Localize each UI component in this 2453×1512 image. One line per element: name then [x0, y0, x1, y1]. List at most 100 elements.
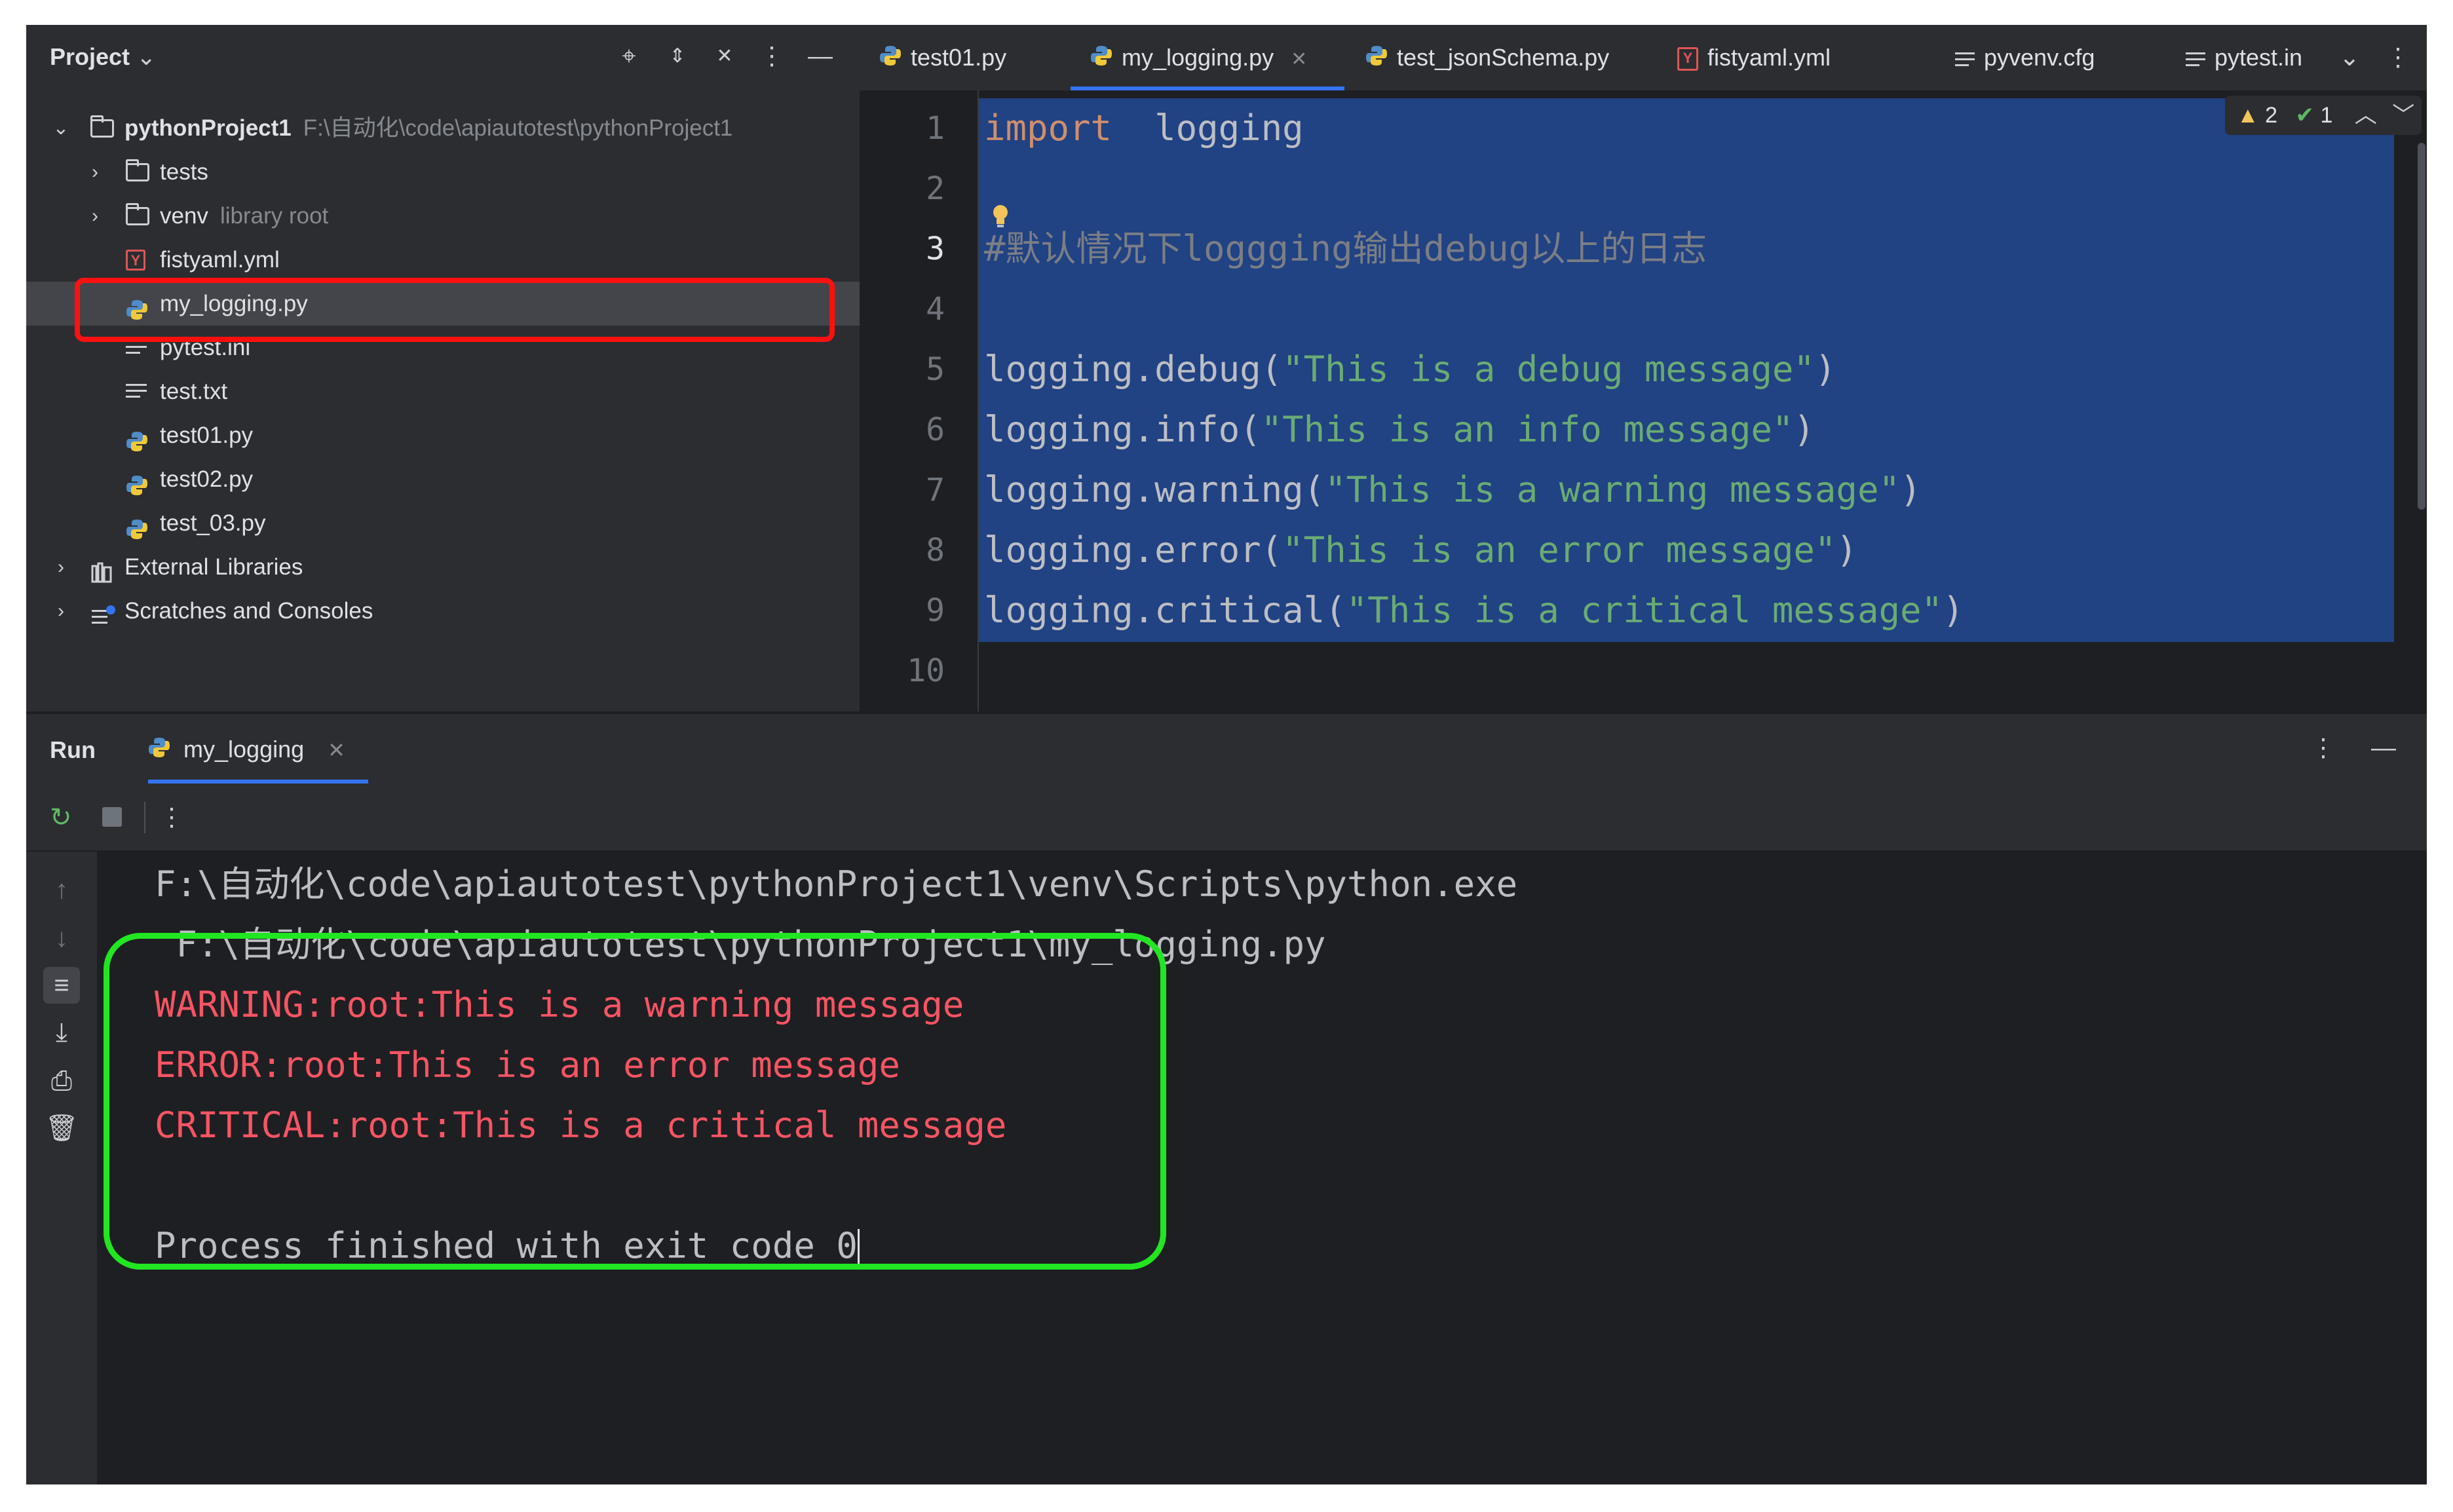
- editor-tab[interactable]: Yfistyaml.yml: [1677, 25, 1831, 90]
- chevron-right-icon[interactable]: ›: [51, 545, 71, 589]
- tree-item-label: fistyaml.yml: [160, 247, 280, 273]
- console-line-text: F:\自动化\code\apiautotest\pythonProject1\v…: [155, 863, 1518, 905]
- tree-item[interactable]: › venv library root: [26, 194, 860, 238]
- folder-icon: [126, 203, 149, 225]
- chevron-right-icon[interactable]: ›: [85, 194, 105, 238]
- chevron-right-icon[interactable]: ›: [51, 589, 71, 633]
- tree-item-text: test_03.py: [160, 501, 266, 545]
- code-token: logging: [1112, 107, 1304, 149]
- project-panel-header: Project ⌄ ⌖ ⇕ ✕ ⋮ —: [26, 25, 860, 90]
- previous-highlight-icon[interactable]: ︿: [2355, 103, 2377, 128]
- text-file-icon: [1955, 52, 1975, 66]
- expand-all-icon[interactable]: ⇕: [663, 42, 692, 71]
- next-highlight-icon[interactable]: ﹀: [2392, 103, 2414, 128]
- code-token: ): [1814, 349, 1836, 390]
- code-line: logging.debug("This is a debug message"): [984, 339, 1836, 400]
- soft-wrap-icon[interactable]: ≡: [43, 967, 80, 1004]
- yaml-file-icon: Y: [126, 250, 145, 271]
- up-arrow-icon[interactable]: ↑: [43, 871, 80, 908]
- run-tab-label: my_logging: [183, 736, 305, 763]
- code-token: logging.error(: [984, 529, 1283, 571]
- line-number: 4: [926, 291, 945, 328]
- editor-scrollbar[interactable]: [2418, 143, 2425, 510]
- run-tab-active-indicator: [148, 780, 368, 784]
- tree-item[interactable]: › tests: [26, 150, 860, 194]
- editor-tab[interactable]: test01.py: [879, 25, 1006, 90]
- tree-item[interactable]: test02.py: [26, 457, 860, 501]
- tab-list-chevron-icon[interactable]: ⌄: [2335, 43, 2364, 72]
- python-file-icon: [126, 423, 148, 451]
- locate-icon[interactable]: ⌖: [615, 42, 643, 71]
- down-arrow-icon[interactable]: ↓: [43, 920, 80, 956]
- tree-item-label: tests: [160, 159, 208, 185]
- run-minimize-icon[interactable]: —: [2369, 734, 2398, 763]
- code-token: "This is a debug message": [1282, 349, 1815, 390]
- scratches-icon: [90, 599, 115, 624]
- editor-tab-label: my_logging.py: [1122, 44, 1274, 71]
- inspection-widget[interactable]: ▲ 2 ✔ 1 ︿ ﹀: [2225, 96, 2422, 135]
- chevron-right-icon[interactable]: ›: [85, 150, 105, 194]
- editor-tab[interactable]: pytest.in: [2186, 25, 2302, 90]
- code-token: ): [1943, 590, 1964, 631]
- tree-item[interactable]: test.txt: [26, 369, 860, 413]
- console-line: F:\自动化\code\apiautotest\pythonProject1\v…: [155, 854, 1517, 915]
- line-number: 7: [926, 472, 945, 508]
- library-icon: [90, 555, 113, 583]
- highlight-box-red: [75, 278, 835, 342]
- code-token: "This is a warning message": [1325, 469, 1900, 510]
- minimize-icon[interactable]: —: [806, 42, 835, 71]
- tree-item[interactable]: test01.py: [26, 413, 860, 457]
- tree-item[interactable]: › Scratches and Consoles: [26, 589, 860, 633]
- print-icon[interactable]: ⎙: [43, 1063, 80, 1099]
- code-line: logging.warning("This is a warning messa…: [984, 460, 1921, 520]
- stop-icon[interactable]: [102, 807, 122, 827]
- clear-all-icon[interactable]: 🗑: [43, 1110, 80, 1146]
- more-options-icon[interactable]: ⋮: [757, 42, 786, 71]
- editor-tab-label: fistyaml.yml: [1707, 44, 1831, 71]
- run-toolbar-more-icon[interactable]: ⋮: [157, 803, 186, 832]
- tree-item[interactable]: Yfistyaml.yml: [26, 238, 860, 282]
- tree-item[interactable]: › External Libraries: [26, 545, 860, 589]
- close-tab-icon[interactable]: ✕: [328, 738, 345, 762]
- python-file-icon: [148, 715, 170, 786]
- code-editor[interactable]: import logging #默认情况下loggging输出debug以上的日志…: [979, 90, 2427, 711]
- run-tab-my-logging[interactable]: my_logging ✕: [148, 714, 345, 785]
- line-number: 5: [926, 351, 945, 388]
- run-panel-title: Run: [50, 736, 96, 763]
- code-token: logging.info(: [984, 409, 1261, 450]
- yaml-file-icon: Y: [1677, 47, 1698, 71]
- check-icon: ✔: [2295, 103, 2314, 128]
- scroll-to-end-icon[interactable]: ⤓: [43, 1014, 80, 1051]
- run-panel-header: Run my_logging ✕ ⋮ —: [26, 714, 2427, 785]
- text-file-icon: [126, 384, 147, 402]
- code-line: import logging: [984, 98, 1304, 159]
- tree-item[interactable]: ⌄ pythonProject1 F:\自动化\code\apiautotest\p…: [26, 106, 860, 150]
- python-file-icon: [1090, 26, 1112, 92]
- editor-more-icon[interactable]: ⋮: [2384, 43, 2412, 72]
- editor-tab-label: pyvenv.cfg: [1984, 44, 2095, 71]
- code-token: ): [1793, 409, 1815, 450]
- tree-item-text: test01.py: [160, 413, 253, 457]
- project-view-selector[interactable]: Project ⌄: [50, 43, 156, 71]
- editor-tab-bar: test01.py my_logging.py ✕ test_jsonSchema.p…: [860, 25, 2427, 92]
- code-line: logging.critical("This is a critical mes…: [984, 580, 1964, 641]
- collapse-all-icon[interactable]: ✕: [710, 42, 739, 71]
- tree-item[interactable]: test_03.py: [26, 501, 860, 545]
- code-line: logging.error("This is an error message"…: [984, 520, 1857, 580]
- line-number: 8: [926, 532, 945, 569]
- code-token: import: [984, 107, 1112, 149]
- run-more-icon[interactable]: ⋮: [2309, 734, 2338, 763]
- chevron-down-icon[interactable]: ⌄: [51, 106, 71, 150]
- lightbulb-icon[interactable]: [989, 203, 1012, 229]
- editor-tab[interactable]: test_jsonSchema.py: [1365, 25, 1609, 90]
- editor-tab[interactable]: pyvenv.cfg: [1955, 25, 2095, 90]
- python-file-icon: [126, 467, 148, 495]
- tree-item-label: test_03.py: [160, 510, 266, 536]
- tree-item-label: test02.py: [160, 466, 254, 492]
- warning-icon: ▲: [2237, 103, 2259, 128]
- rerun-icon[interactable]: ↻: [50, 804, 76, 831]
- code-token: #默认情况下loggging输出debug以上的日志: [984, 228, 1707, 269]
- editor-tab[interactable]: my_logging.py ✕: [1090, 25, 1307, 90]
- line-number: 2: [926, 170, 945, 207]
- close-tab-icon[interactable]: ✕: [1291, 48, 1307, 70]
